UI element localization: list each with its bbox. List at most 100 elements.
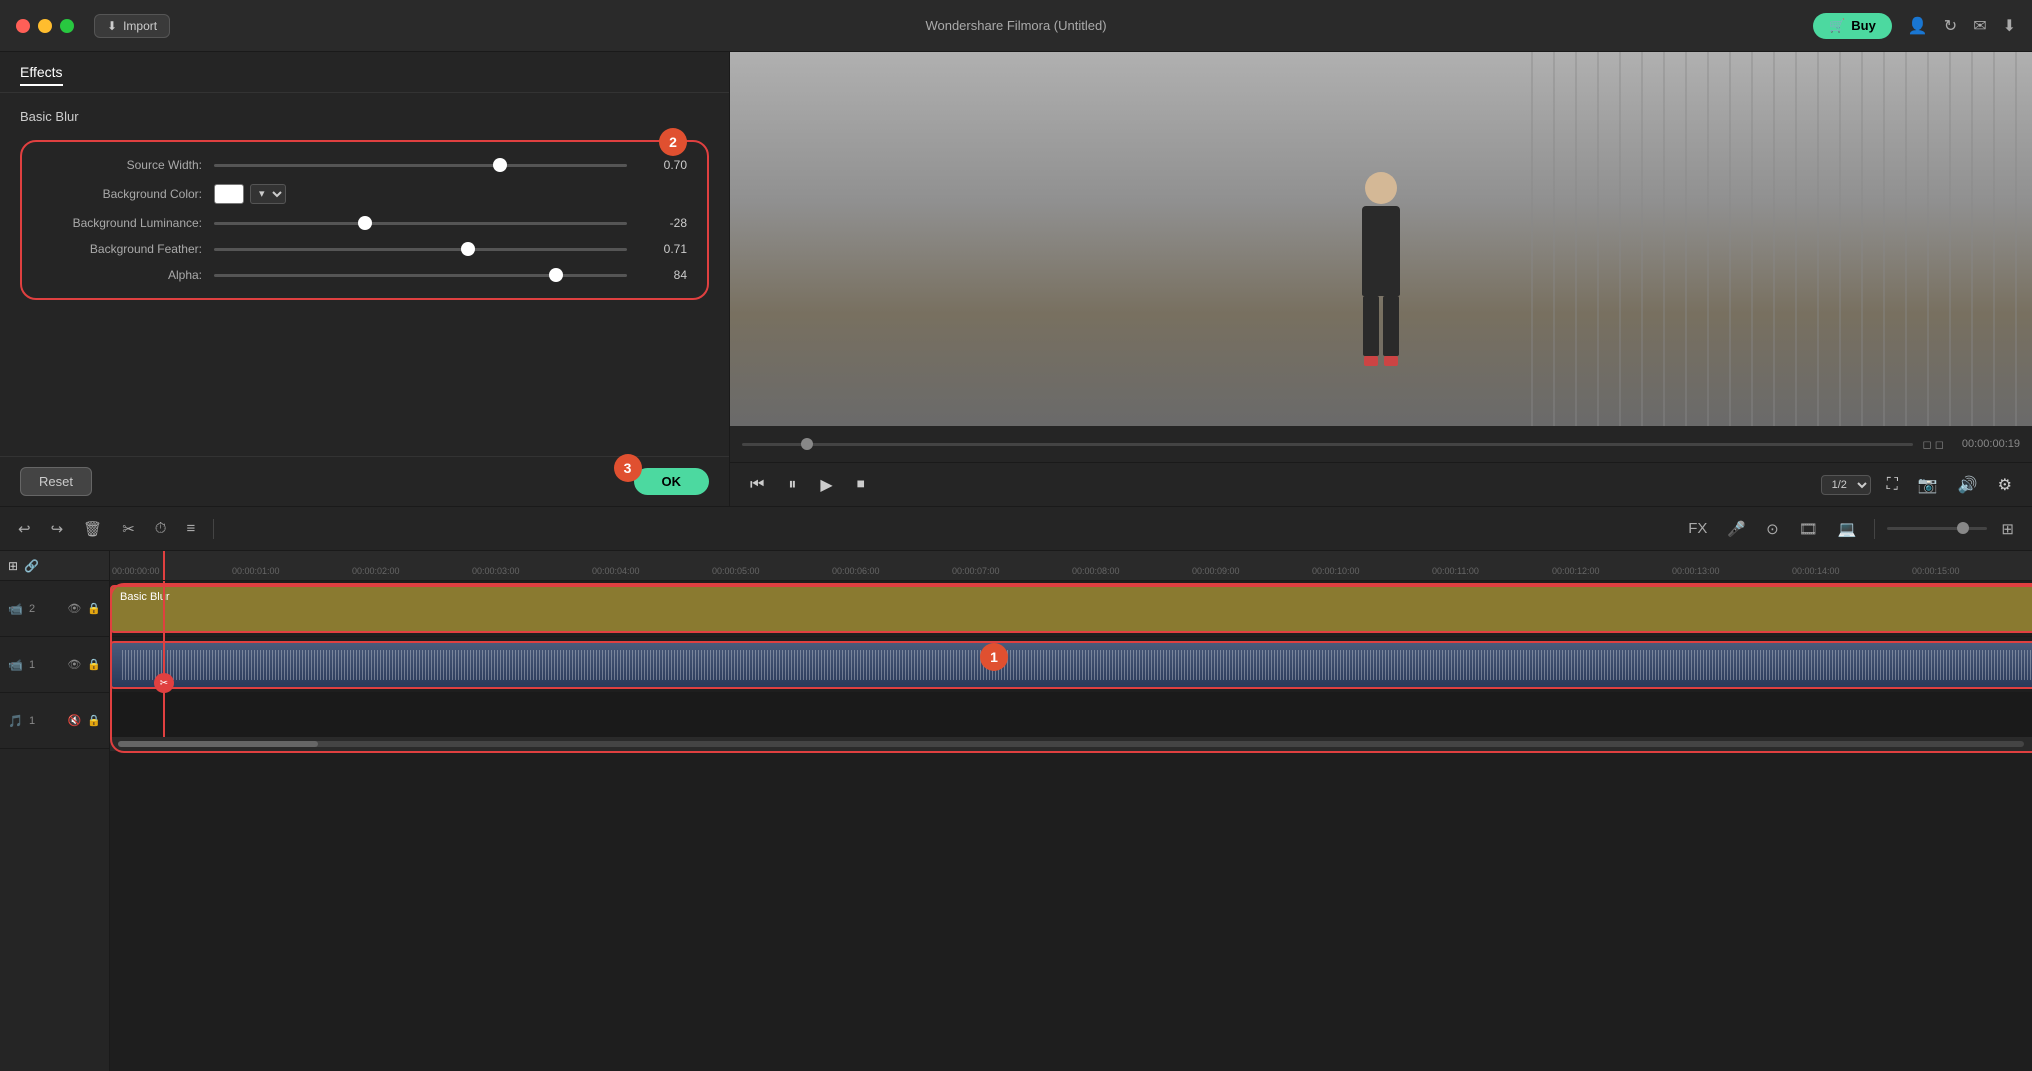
lock-icon-2[interactable]: 🔒 [87, 602, 101, 615]
app-title: Wondershare Filmora (Untitled) [925, 18, 1106, 33]
import-icon: ⬇ [107, 19, 117, 33]
track-label-audio1: 1 [29, 715, 35, 727]
color-swatch[interactable] [214, 184, 244, 204]
ruler-mark-7: 00:00:07:00 [950, 566, 1070, 576]
person-legs [1363, 296, 1399, 356]
ruler-mark-9: 00:00:09:00 [1190, 566, 1310, 576]
ruler-mark-5: 00:00:05:00 [710, 566, 830, 576]
zoom-track[interactable] [1887, 527, 1987, 530]
track-rows: 1 Basic Blur [110, 581, 2032, 737]
film-button[interactable]: 🎞 [1793, 516, 1824, 542]
speed-button[interactable]: ≡ [180, 516, 201, 541]
settings-button[interactable]: ⚙ [1994, 471, 2016, 499]
step-back-button[interactable]: ⏮ [746, 472, 768, 498]
source-width-row: Source Width: 0.70 [42, 158, 687, 172]
pause-button[interactable]: ⏸ [784, 472, 800, 498]
audio-button[interactable]: 🎤 [1721, 516, 1752, 542]
video-clip[interactable] [110, 641, 2032, 689]
eye-icon-1[interactable]: 👁 [67, 658, 81, 671]
fullscreen-button[interactable]: ⛶ [1883, 472, 1902, 498]
titlebar: ⬇ Import Wondershare Filmora (Untitled) … [0, 0, 2032, 52]
source-width-value: 0.70 [637, 158, 687, 172]
effects-tab-label[interactable]: Effects [20, 64, 63, 86]
seek-thumb [801, 438, 813, 450]
redo-button[interactable]: ↪ [45, 516, 70, 542]
delete-button[interactable]: 🗑 [77, 516, 108, 542]
cut-button[interactable]: ✂ [116, 516, 141, 542]
undo-button[interactable]: ↩ [12, 516, 37, 542]
background-luminance-slider[interactable] [214, 222, 627, 225]
track-headers: ⊞ 🔗 📹 2 👁 🔒 📹 1 👁 🔒 🎵 1 [0, 551, 110, 1071]
import-label: Import [123, 19, 157, 33]
track-header-audio1: 🎵 1 🔇 🔒 [0, 693, 109, 749]
close-button[interactable] [16, 19, 30, 33]
history-button[interactable]: ⏱ [149, 516, 173, 541]
screen-button[interactable]: 💻 [1832, 516, 1863, 542]
toolbar-divider-2 [1874, 519, 1875, 539]
fx-button[interactable]: FX [1682, 516, 1713, 541]
preview-controls: ⏮ ⏸ ▶ ⏹ 1/2 ⛶ 📷 🔊 ⚙ [730, 462, 2032, 506]
ruler-mark-12: 00:00:12:00 [1550, 566, 1670, 576]
timeline-content[interactable]: 00:00:00:00 00:00:01:00 00:00:02:00 00:0… [110, 551, 2032, 1071]
scrollbar-thumb[interactable] [118, 741, 318, 747]
background-feather-label: Background Feather: [42, 242, 202, 256]
mail-icon[interactable]: ✉ [1973, 16, 1986, 36]
record-button[interactable]: ⊙ [1760, 516, 1785, 542]
timeline-tracks: ⊞ 🔗 📹 2 👁 🔒 📹 1 👁 🔒 🎵 1 [0, 551, 2032, 1071]
background-color-control: ▾ [214, 184, 687, 204]
background-luminance-row: Background Luminance: -28 [42, 216, 687, 230]
refresh-icon[interactable]: ↻ [1944, 16, 1957, 36]
audio-mute-icon[interactable]: 🔇 [68, 714, 82, 727]
video1-icon: 📹 [8, 658, 23, 672]
left-panel: Effects Basic Blur 2 Source Width: 0.70 [0, 52, 730, 506]
ruler-mark-10: 00:00:10:00 [1310, 566, 1430, 576]
minimize-button[interactable] [38, 19, 52, 33]
source-width-slider[interactable] [214, 164, 627, 167]
ruler-mark-0: 00:00:00:00 [110, 566, 230, 576]
ruler-mark-13: 00:00:13:00 [1670, 566, 1790, 576]
quality-select[interactable]: 1/2 [1821, 475, 1871, 495]
ok-button[interactable]: 3 OK [634, 468, 710, 495]
person-foot-right [1384, 356, 1398, 366]
seek-track[interactable] [742, 443, 1913, 446]
preview-time: 00:00:00:19 [1962, 438, 2020, 450]
import-button[interactable]: ⬇ Import [94, 14, 170, 38]
stop-button[interactable]: ⏹ [853, 472, 869, 498]
person-leg-left [1363, 296, 1379, 356]
preview-time-label: ◻ ◻ [1923, 438, 1944, 451]
buy-button[interactable]: 🛒 Buy [1813, 13, 1892, 39]
lock-icon-1[interactable]: 🔒 [87, 658, 101, 671]
ruler-mark-4: 00:00:04:00 [590, 566, 710, 576]
background-color-label: Background Color: [42, 187, 202, 201]
download-icon[interactable]: ⬇ [2003, 16, 2016, 36]
maximize-button[interactable] [60, 19, 74, 33]
playhead[interactable] [163, 581, 165, 737]
toolbar-divider [213, 519, 214, 539]
track-row-video2: Basic Blur [110, 581, 2032, 637]
alpha-slider[interactable] [214, 274, 627, 277]
ruler-mark-8: 00:00:08:00 [1070, 566, 1190, 576]
volume-button[interactable]: 🔊 [1954, 471, 1982, 499]
playhead-marker[interactable]: ✂ [154, 673, 174, 693]
preview-seekbar: ◻ ◻ 00:00:00:19 [730, 426, 2032, 462]
effect-clip[interactable]: Basic Blur [110, 585, 2032, 633]
eye-icon-2[interactable]: 👁 [67, 602, 81, 615]
audio-lock-icon[interactable]: 🔒 [87, 714, 101, 727]
alpha-row: Alpha: 84 [42, 268, 687, 282]
snapshot-button[interactable]: 📷 [1914, 471, 1942, 499]
zoom-reset-button[interactable]: ⊞ [1995, 516, 2020, 542]
play-button[interactable]: ▶ [816, 471, 836, 499]
background-feather-value: 0.71 [637, 242, 687, 256]
reset-button[interactable]: Reset [20, 467, 92, 496]
account-icon[interactable]: 👤 [1908, 16, 1928, 36]
alpha-slider-container [214, 274, 627, 277]
preview-person [1362, 172, 1400, 366]
track-row-video1 [110, 637, 2032, 693]
bottom-bar: Reset 3 OK [0, 456, 729, 506]
background-feather-slider[interactable] [214, 248, 627, 251]
background-luminance-slider-container [214, 222, 627, 225]
zoom-thumb [1957, 522, 1969, 534]
link-icon: 🔗 [24, 559, 39, 573]
color-dropdown[interactable]: ▾ [250, 184, 286, 204]
scrollbar-track[interactable] [118, 741, 2024, 747]
